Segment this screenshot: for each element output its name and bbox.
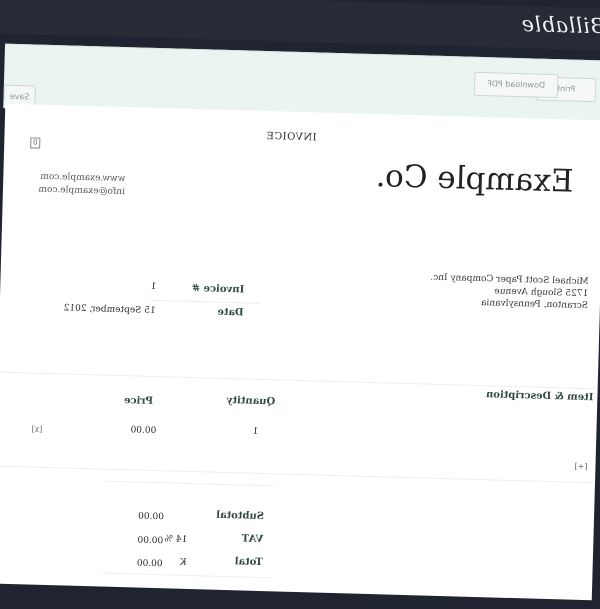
subtotal-label: Subtotal — [216, 509, 265, 523]
remove-row-button[interactable]: [x] — [31, 425, 42, 434]
company-website[interactable]: www.example.com — [40, 172, 125, 184]
download-pdf-button[interactable]: Download PDF — [473, 71, 559, 99]
mirrored-invoice-screen: Billable Print Download PDF Save INVOICE… — [0, 0, 600, 608]
company-email[interactable]: info@example.com — [38, 185, 125, 197]
invoice-page: INVOICE 0 Example Co. www.example.com in… — [0, 103, 600, 601]
price-header: Price — [123, 395, 154, 407]
vat-value: 00.00 — [137, 535, 164, 547]
currency-symbol[interactable]: K — [180, 558, 187, 568]
vat-label: VAT — [241, 533, 264, 546]
date-label: Date — [217, 306, 244, 319]
total-label: Total — [234, 556, 263, 569]
row-price[interactable]: 00.00 — [130, 425, 156, 436]
company-name[interactable]: Example Co. — [375, 158, 574, 200]
add-row-button[interactable]: [+] — [574, 462, 587, 471]
app-header: Billable — [0, 0, 600, 51]
invoice-number-label: Invoice # — [191, 282, 245, 296]
client-address[interactable]: Michael Scott Paper Company Inc. 1725 Sl… — [408, 271, 589, 312]
quantity-header: Quantity — [226, 394, 276, 408]
invoice-number-value[interactable]: 1 — [150, 282, 156, 292]
subtotal-value: 00.00 — [137, 511, 165, 523]
item-description-header: Item & Description — [485, 389, 594, 404]
total-value: 00.00 — [136, 558, 163, 570]
row-quantity[interactable]: 1 — [252, 427, 258, 437]
vat-rate[interactable]: 14 % — [164, 534, 187, 545]
date-value[interactable]: 15 September, 2012 — [63, 303, 155, 316]
brand-logo: Billable — [520, 12, 600, 39]
logo-toggle-icon[interactable]: 0 — [30, 137, 41, 149]
invoice-heading: INVOICE — [266, 130, 317, 144]
